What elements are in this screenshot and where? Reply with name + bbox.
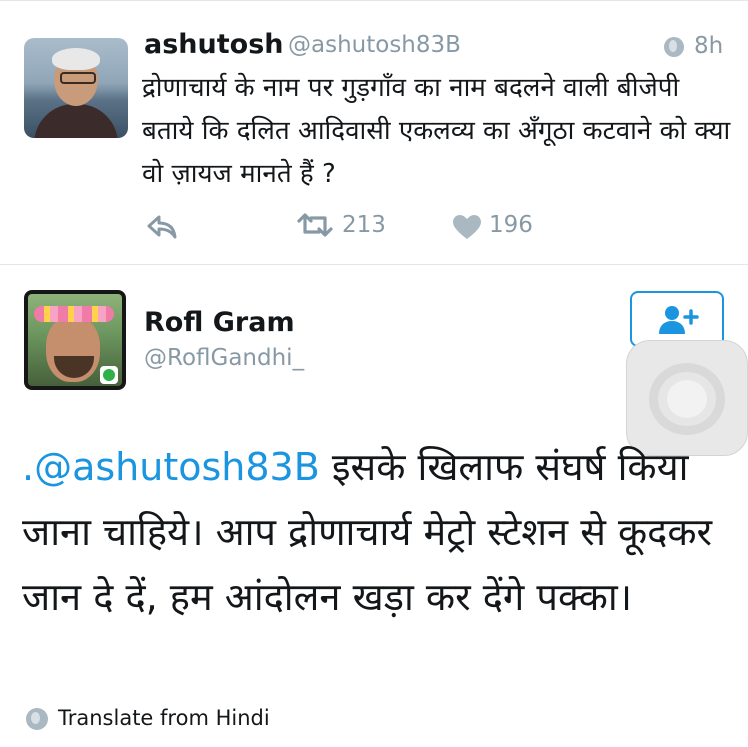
tweet-actions: 213 196 <box>0 206 748 246</box>
mention-link[interactable]: .@ashutosh83B <box>22 445 320 489</box>
avatar[interactable] <box>24 290 126 390</box>
reply-icon[interactable] <box>146 214 178 240</box>
assistive-touch-ring-inner <box>667 380 707 418</box>
heart-icon[interactable] <box>452 214 482 240</box>
translate-link[interactable]: Translate from Hindi <box>58 706 270 730</box>
follow-button[interactable] <box>630 291 724 347</box>
retweet-count: 213 <box>342 212 386 238</box>
tweet-ashutosh[interactable]: ashutosh @ashutosh83B 8h द्रोणाचार्य के … <box>0 1 748 263</box>
display-name[interactable]: Rofl Gram <box>144 307 295 338</box>
like-count: 196 <box>489 212 533 238</box>
avatar-image <box>28 294 122 386</box>
tweet-text: द्रोणाचार्य के नाम पर गुड़गाँव का नाम बद… <box>142 73 731 189</box>
avatar-body <box>34 104 118 138</box>
retweet-icon[interactable] <box>296 212 334 238</box>
globe-icon <box>664 37 684 57</box>
avatar-hair <box>52 48 100 70</box>
display-name[interactable]: ashutosh <box>144 29 283 60</box>
tweet-rofl-gram[interactable]: Rofl Gram @RoflGandhi_ .@ashutosh83B इसक… <box>0 265 748 747</box>
add-user-icon <box>659 306 699 334</box>
flower-crown <box>34 306 114 322</box>
verified-badge-icon <box>100 366 118 384</box>
username-handle[interactable]: @ashutosh83B <box>288 32 461 58</box>
avatar-glasses <box>60 72 96 84</box>
tweet-timestamp: 8h <box>694 33 724 59</box>
globe-icon <box>26 708 48 730</box>
tweet-text: .@ashutosh83B इसके खिलाफ संघर्ष किया जान… <box>22 435 732 630</box>
username-handle[interactable]: @RoflGandhi_ <box>144 345 304 371</box>
avatar[interactable] <box>24 38 128 138</box>
